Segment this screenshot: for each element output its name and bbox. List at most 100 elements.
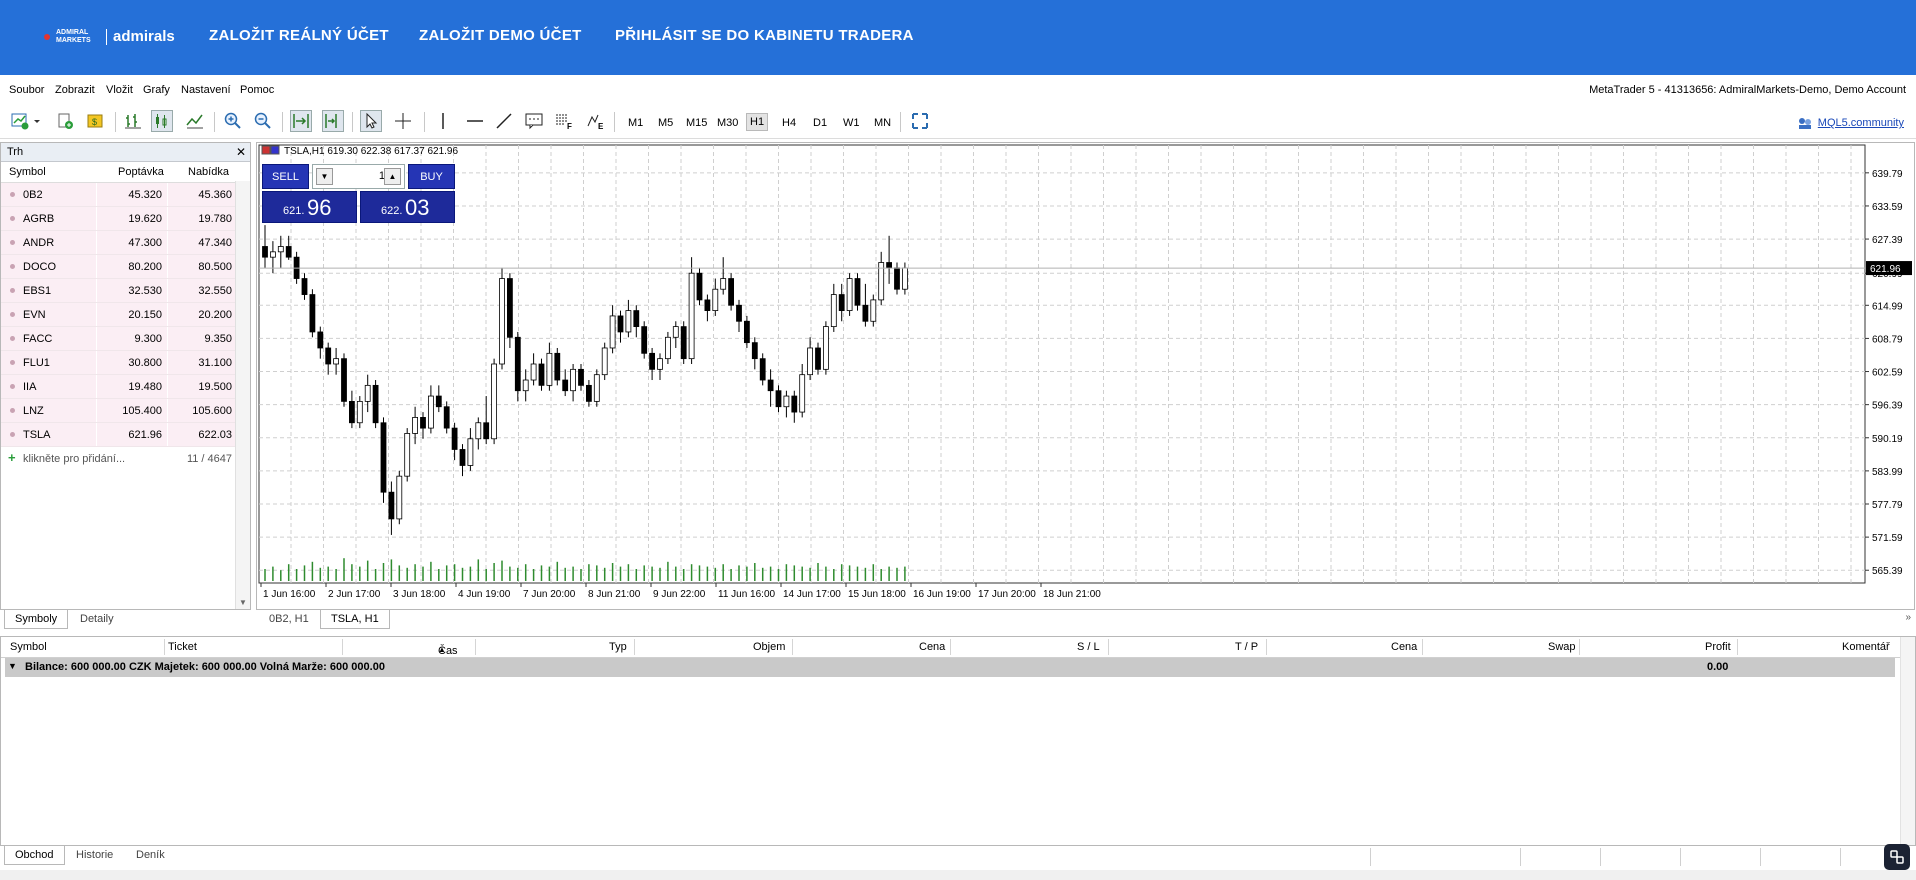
timeframe-mn[interactable]: MN — [871, 115, 894, 131]
col-profit[interactable]: Profit — [1705, 641, 1731, 653]
lot-decrease-icon[interactable]: ▼ — [316, 168, 333, 185]
market-watch-row[interactable]: IIA 19.480 19.500 — [1, 375, 250, 399]
timeframe-m5[interactable]: M5 — [655, 115, 676, 131]
candlestick-chart-icon[interactable] — [151, 110, 173, 132]
col-bid[interactable]: Poptávka — [118, 166, 164, 178]
add-symbol-row[interactable]: + klikněte pro přidání... 11 / 4647 — [1, 447, 250, 470]
market-watch-row[interactable]: FACC 9.300 9.350 — [1, 327, 250, 351]
menu-settings[interactable]: Nastavení — [181, 84, 231, 96]
balance-row[interactable]: ▼ Bilance: 600 000.00 CZK Majetek: 600 0… — [5, 658, 1895, 677]
lot-input[interactable] — [335, 169, 387, 183]
fullscreen-icon[interactable] — [909, 110, 931, 132]
col-ticket[interactable]: Ticket — [168, 641, 197, 653]
symbol-dot-icon — [10, 384, 15, 389]
symbol-dot-icon — [10, 240, 15, 245]
market-watch-row[interactable]: AGRB 19.620 19.780 — [1, 207, 250, 231]
buy-button[interactable]: BUY — [408, 164, 455, 189]
lot-increase-icon[interactable]: ▲ — [384, 168, 401, 185]
trendline-icon[interactable] — [493, 110, 515, 132]
chart-tab-tsla[interactable]: TSLA, H1 — [320, 610, 390, 629]
market-watch-title: Trh — [7, 146, 24, 158]
mql5-community-link[interactable]: MQL5.community — [1797, 116, 1904, 130]
col-type[interactable]: Typ — [609, 641, 627, 653]
col-swap[interactable]: Swap — [1548, 641, 1576, 653]
sell-button[interactable]: SELL — [262, 164, 309, 189]
timeframe-d1[interactable]: D1 — [810, 115, 830, 131]
profiles-icon[interactable] — [54, 110, 76, 132]
menu-view[interactable]: Zobrazit — [55, 84, 95, 96]
market-watch-scrollbar[interactable]: ▼ — [235, 181, 250, 609]
text-label-icon[interactable] — [523, 110, 545, 132]
elliott-wave-icon[interactable]: E — [585, 110, 607, 132]
vertical-line-icon[interactable] — [432, 110, 454, 132]
buy-price-button[interactable]: 622. 03 — [360, 191, 455, 223]
market-watch-row[interactable]: DOCO 80.200 80.500 — [1, 255, 250, 279]
algo-trading-icon[interactable]: $ — [84, 110, 106, 132]
candle-body — [609, 315, 616, 349]
market-watch-row[interactable]: ANDR 47.300 47.340 — [1, 231, 250, 255]
timeframe-w1[interactable]: W1 — [840, 115, 863, 131]
menu-file[interactable]: Soubor — [9, 84, 44, 96]
toolbox-scrollbar[interactable] — [1900, 637, 1915, 845]
candle-body — [649, 352, 656, 370]
zoom-out-icon[interactable] — [252, 110, 274, 132]
chart-tab-0b2[interactable]: 0B2, H1 — [259, 610, 319, 628]
sell-price-button[interactable]: 621. 96 — [262, 191, 357, 223]
collapse-icon[interactable]: ▼ — [8, 661, 17, 671]
candle-body — [641, 326, 648, 354]
market-watch-row[interactable]: EVN 20.150 20.200 — [1, 303, 250, 327]
col-close-price[interactable]: Cena — [1391, 641, 1417, 653]
brand-logo[interactable]: Admiral Markets admirals — [44, 28, 175, 45]
market-watch-row[interactable]: LNZ 105.400 105.600 — [1, 399, 250, 423]
tab-symbols[interactable]: Symboly — [4, 610, 69, 629]
col-ask[interactable]: Nabídka — [188, 166, 229, 178]
col-sl[interactable]: S / L — [1077, 641, 1100, 653]
scroll-down-icon[interactable]: ▼ — [239, 598, 247, 607]
tabs-scroll-icon[interactable]: » — [1905, 612, 1911, 623]
chart-window[interactable]: 639.79633.59627.39620.99614.99608.79602.… — [256, 142, 1915, 610]
price-chart[interactable]: 639.79633.59627.39620.99614.99608.79602.… — [257, 143, 1914, 609]
zoom-in-icon[interactable] — [222, 110, 244, 132]
timeframe-h1[interactable]: H1 — [746, 113, 769, 131]
new-chart-dropdown-icon[interactable] — [31, 110, 43, 132]
col-symbol[interactable]: Symbol — [10, 641, 47, 653]
tab-journal[interactable]: Deník — [126, 846, 175, 864]
candle-body — [870, 299, 877, 322]
bar-chart-icon[interactable] — [122, 110, 144, 132]
crosshair-icon[interactable] — [392, 110, 414, 132]
status-separator — [1760, 848, 1761, 866]
chart-shift-icon[interactable] — [322, 110, 344, 132]
connection-status-icon[interactable] — [1884, 844, 1910, 870]
market-watch-row[interactable]: EBS1 32.530 32.550 — [1, 279, 250, 303]
line-chart-icon[interactable] — [184, 110, 206, 132]
tab-details[interactable]: Detaily — [70, 610, 124, 628]
market-watch-row[interactable]: TSLA 621.96 622.03 — [1, 423, 250, 447]
col-price[interactable]: Cena — [919, 641, 945, 653]
market-watch-row[interactable]: FLU1 30.800 31.100 — [1, 351, 250, 375]
fibonacci-icon[interactable]: F — [553, 110, 575, 132]
candle-body — [554, 352, 561, 381]
menu-charts[interactable]: Grafy — [143, 84, 170, 96]
col-comment[interactable]: Komentář — [1842, 641, 1890, 653]
new-chart-icon[interactable] — [9, 110, 31, 132]
row-bid: 19.620 — [128, 213, 162, 225]
cursor-icon[interactable] — [360, 110, 382, 132]
menu-insert[interactable]: Vložit — [106, 84, 133, 96]
timeframe-m1[interactable]: M1 — [625, 115, 646, 131]
col-volume[interactable]: Objem — [753, 641, 785, 653]
tab-history[interactable]: Historie — [66, 846, 123, 864]
horizontal-line-icon[interactable] — [464, 110, 486, 132]
nav-open-demo-account[interactable]: ZALOŽIT DEMO ÚČET — [419, 27, 582, 44]
market-watch-row[interactable]: 0B2 45.320 45.360 — [1, 183, 250, 207]
nav-trader-cabinet-login[interactable]: PŘIHLÁSIT SE DO KABINETU TRADERA — [615, 27, 914, 44]
timeframe-h4[interactable]: H4 — [779, 115, 799, 131]
auto-scroll-icon[interactable] — [290, 110, 312, 132]
menu-help[interactable]: Pomoc — [240, 84, 274, 96]
close-icon[interactable]: ✕ — [236, 143, 246, 161]
timeframe-m30[interactable]: M30 — [714, 115, 741, 131]
tab-trade[interactable]: Obchod — [4, 846, 65, 865]
col-tp[interactable]: T / P — [1235, 641, 1258, 653]
col-symbol[interactable]: Symbol — [9, 166, 46, 178]
nav-open-real-account[interactable]: ZALOŽIT REÁLNÝ ÚČET — [209, 27, 389, 44]
timeframe-m15[interactable]: M15 — [683, 115, 710, 131]
